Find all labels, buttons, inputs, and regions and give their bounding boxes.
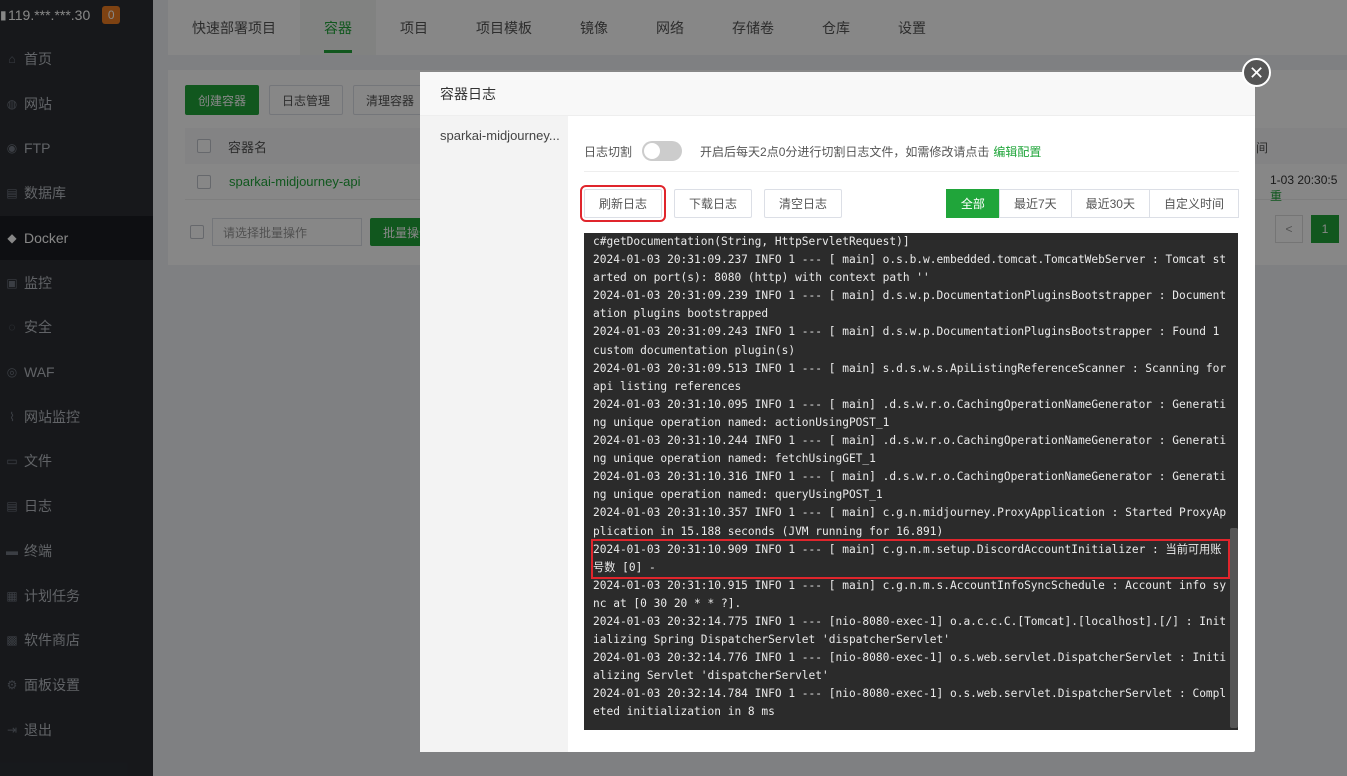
download-log-button[interactable]: 下载日志 [674,189,753,218]
log-line: 2024-01-03 20:32:14.784 INFO 1 --- [nio-… [593,687,1227,719]
log-line: 2024-01-03 20:32:14.776 INFO 1 --- [nio-… [593,651,1227,683]
modal-title: 容器日志 [420,72,1255,116]
time-range-group: 全部 最近7天 最近30天 自定义时间 [945,189,1239,218]
log-line: 2024-01-03 20:31:10.244 INFO 1 --- [ mai… [593,434,1227,466]
log-line: 2024-01-03 20:31:09.239 INFO 1 --- [ mai… [593,289,1227,321]
container-log-modal: 容器日志 sparkai-midjourney... 日志切割 开启后每天2点0… [420,72,1255,752]
range-button-0[interactable]: 全部 [945,189,1000,218]
log-line: 2024-01-03 20:31:10.095 INFO 1 --- [ mai… [593,397,1227,429]
container-list-side: sparkai-midjourney... [420,116,568,752]
log-line: 2024-01-03 20:31:10.357 INFO 1 --- [ mai… [593,506,1227,538]
divider [584,171,1239,172]
log-line: 2024-01-03 20:31:09.513 INFO 1 --- [ mai… [593,361,1233,393]
range-button-3[interactable]: 自定义时间 [1148,189,1239,218]
log-line: 2024-01-03 20:31:10.316 INFO 1 --- [ mai… [593,470,1227,502]
log-line: 2024-01-03 20:31:09.237 INFO 1 --- [ mai… [593,253,1227,285]
log-line: 2024-01-03 20:31:10.915 INFO 1 --- [ mai… [593,578,1227,610]
log-cut-row: 日志切割 开启后每天2点0分进行切割日志文件，如需修改请点击 编辑配置 [584,141,1041,161]
log-line: c#getDocumentation(String, HttpServletRe… [593,235,910,248]
edit-config-link[interactable]: 编辑配置 [993,143,1041,160]
log-cut-label: 日志切割 [584,144,633,159]
log-cut-toggle[interactable] [642,141,683,161]
log-line: 2024-01-03 20:31:09.243 INFO 1 --- [ mai… [593,325,1227,357]
container-item[interactable]: sparkai-midjourney... [420,116,568,143]
modal-body: 日志切割 开启后每天2点0分进行切割日志文件，如需修改请点击 编辑配置 刷新日志… [568,116,1255,752]
range-button-1[interactable]: 最近7天 [998,189,1072,218]
refresh-log-button[interactable]: 刷新日志 [579,185,667,222]
range-button-2[interactable]: 最近30天 [1070,189,1150,218]
log-cut-desc: 开启后每天2点0分进行切割日志文件，如需修改请点击 [700,144,990,159]
clear-log-button[interactable]: 清空日志 [764,189,843,218]
log-line: 2024-01-03 20:32:14.775 INFO 1 --- [nio-… [593,614,1227,647]
log-line: 2024-01-03 20:31:10.909 INFO 1 --- [ mai… [591,538,1230,579]
close-icon[interactable]: ✕ [1242,58,1271,87]
log-scrollbar[interactable] [1230,528,1238,728]
log-output[interactable]: c#getDocumentation(String, HttpServletRe… [584,233,1238,730]
